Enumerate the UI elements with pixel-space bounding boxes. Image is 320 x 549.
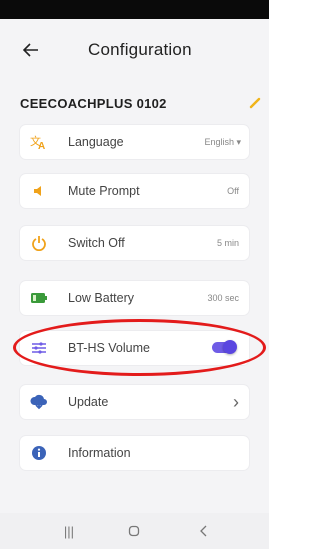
app-screen: Configuration CEECOACHPLUS 0102 文 A Lang… (0, 0, 269, 549)
setting-value: Off (227, 186, 239, 196)
setting-label: Switch Off (68, 236, 125, 250)
setting-update[interactable]: Update › (20, 385, 249, 419)
setting-value: 5 min (216, 238, 239, 248)
setting-language[interactable]: 文 A Language English ▾ (20, 125, 249, 159)
page-title: Configuration (88, 40, 192, 59)
setting-information[interactable]: Information (20, 436, 249, 470)
setting-label: Language (68, 135, 124, 149)
svg-text:A: A (38, 141, 45, 150)
setting-low-battery[interactable]: Low Battery 300 sec (20, 281, 249, 315)
setting-label: Mute Prompt (68, 184, 140, 198)
setting-value: 300 sec (207, 293, 239, 303)
language-icon: 文 A (30, 133, 48, 151)
dropdown-caret-icon: ▾ (233, 137, 241, 147)
toggle-knob (223, 340, 237, 354)
setting-switch-off[interactable]: Switch Off 5 min (20, 226, 249, 260)
speaker-icon (30, 182, 48, 200)
device-header: CEECOACHPLUS 0102 (20, 96, 261, 114)
back-arrow-icon[interactable] (18, 39, 44, 61)
equalizer-icon (30, 339, 48, 357)
setting-bt-hs-volume[interactable]: BT-HS Volume (20, 331, 249, 365)
system-nav-bar: ||| (0, 513, 269, 549)
setting-label: Information (68, 446, 131, 460)
device-name: CEECOACHPLUS 0102 (20, 96, 167, 111)
chevron-right-icon: › (233, 392, 239, 412)
setting-mute-prompt[interactable]: Mute Prompt Off (20, 174, 249, 208)
setting-label: Low Battery (68, 291, 135, 305)
power-icon (30, 234, 48, 252)
setting-label: Update (68, 395, 109, 409)
cloud-download-icon (30, 393, 48, 411)
recent-apps-icon[interactable]: ||| (59, 523, 79, 539)
status-bar (0, 0, 269, 19)
setting-value: English ▾ (204, 137, 241, 147)
battery-icon (30, 289, 48, 307)
back-nav-icon[interactable] (194, 523, 214, 539)
edit-icon[interactable] (249, 96, 261, 109)
setting-label: BT-HS Volume (68, 341, 150, 355)
bt-hs-volume-toggle[interactable] (212, 340, 237, 354)
info-icon (30, 444, 48, 462)
home-icon[interactable] (124, 523, 144, 539)
top-bar: Configuration (0, 19, 269, 82)
